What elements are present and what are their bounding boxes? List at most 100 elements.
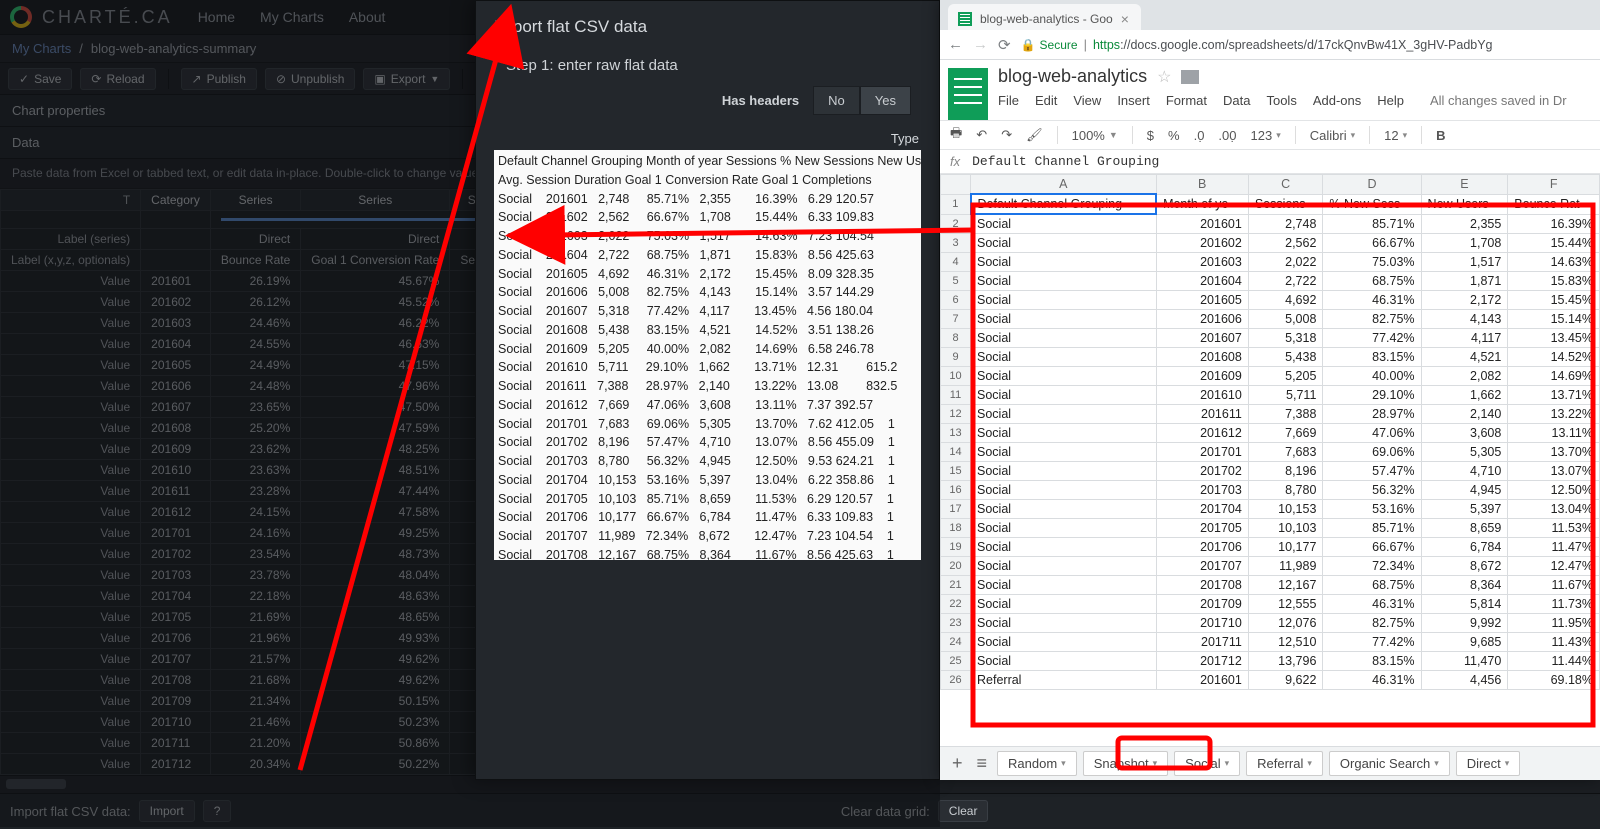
cell[interactable]: 10,153 — [1248, 500, 1323, 519]
cell[interactable]: 13.45% — [1508, 329, 1600, 348]
has-headers-no[interactable]: No — [813, 86, 860, 115]
cell[interactable]: 7,388 — [1248, 405, 1323, 424]
cell[interactable]: 8,659 — [1421, 519, 1508, 538]
clear-button[interactable]: Clear — [938, 800, 989, 822]
table-row[interactable]: 19Social20170610,17766.67%6,78411.47% — [941, 538, 1600, 557]
cell[interactable]: Social — [971, 234, 1157, 253]
cell[interactable]: 5,438 — [1248, 348, 1323, 367]
cell[interactable]: 85.71% — [1323, 214, 1421, 234]
cell[interactable]: 12.50% — [1508, 481, 1600, 500]
cell[interactable]: 15.45% — [1508, 291, 1600, 310]
cell[interactable]: 5,318 — [1248, 329, 1323, 348]
cell[interactable]: 4,710 — [1421, 462, 1508, 481]
table-row[interactable]: 20Social20170711,98972.34%8,67212.47% — [941, 557, 1600, 576]
cell[interactable]: 66.67% — [1323, 234, 1421, 253]
cell[interactable]: Social — [971, 557, 1157, 576]
cell[interactable]: 5,711 — [1248, 386, 1323, 405]
docs-menu-item[interactable]: Tools — [1266, 93, 1296, 108]
add-sheet-icon[interactable]: + — [948, 753, 967, 774]
cell[interactable]: 10,103 — [1248, 519, 1323, 538]
cell[interactable]: 3,608 — [1421, 424, 1508, 443]
cell[interactable]: Social — [971, 538, 1157, 557]
cell[interactable]: Social — [971, 614, 1157, 633]
cell[interactable]: 201705 — [1156, 519, 1248, 538]
docs-menu-item[interactable]: Format — [1166, 93, 1207, 108]
cell[interactable]: 201612 — [1156, 424, 1248, 443]
cell[interactable]: 201712 — [1156, 652, 1248, 671]
table-row[interactable]: 26Referral2016019,62246.31%4,45669.18% — [941, 671, 1600, 690]
csv-preview[interactable]: Default Channel Grouping Month of year S… — [494, 150, 921, 560]
cell[interactable]: 13.71% — [1508, 386, 1600, 405]
dec-increase-icon[interactable]: .00̣ — [1218, 128, 1236, 143]
col-header[interactable]: E — [1421, 175, 1508, 195]
cell[interactable]: % New Sess — [1323, 194, 1421, 214]
table-row[interactable]: 16Social2017038,78056.32%4,94512.50% — [941, 481, 1600, 500]
cell[interactable]: Social — [971, 367, 1157, 386]
cell[interactable]: 15.44% — [1508, 234, 1600, 253]
docs-menu-item[interactable]: Edit — [1035, 93, 1057, 108]
save-button[interactable]: ✓Save — [8, 68, 72, 90]
cell[interactable]: 82.75% — [1323, 614, 1421, 633]
cell[interactable]: 2,022 — [1248, 253, 1323, 272]
cell[interactable]: Social — [971, 633, 1157, 652]
cell[interactable]: 56.32% — [1323, 481, 1421, 500]
docs-menu-item[interactable]: Data — [1223, 93, 1250, 108]
cell[interactable]: Social — [971, 519, 1157, 538]
sheet-tab[interactable]: Referral▾ — [1246, 751, 1323, 776]
cell[interactable]: 11.43% — [1508, 633, 1600, 652]
cell[interactable]: 66.67% — [1323, 538, 1421, 557]
unpublish-button[interactable]: ⊘Unpublish — [265, 68, 355, 90]
sheet-tab[interactable]: Direct▾ — [1456, 751, 1520, 776]
cell[interactable]: Social — [971, 462, 1157, 481]
table-row[interactable]: 15Social2017028,19657.47%4,71013.07% — [941, 462, 1600, 481]
table-row[interactable]: 24Social20171112,51077.42%9,68511.43% — [941, 633, 1600, 652]
export-button[interactable]: ▣Export▼ — [363, 68, 450, 90]
cell[interactable]: Social — [971, 329, 1157, 348]
font-dropdown[interactable]: Calibri▾ — [1310, 128, 1355, 143]
cell[interactable]: Social — [971, 652, 1157, 671]
cell[interactable]: 83.15% — [1323, 348, 1421, 367]
cell[interactable]: 13.11% — [1508, 424, 1600, 443]
cell[interactable]: 85.71% — [1323, 519, 1421, 538]
table-row[interactable]: 22Social20170912,55546.31%5,81411.73% — [941, 595, 1600, 614]
cell[interactable]: 5,814 — [1421, 595, 1508, 614]
docs-menu-item[interactable]: Add-ons — [1313, 93, 1361, 108]
cell[interactable]: Social — [971, 481, 1157, 500]
reload-button[interactable]: ⟳Reload — [80, 68, 155, 90]
cell[interactable]: 1,517 — [1421, 253, 1508, 272]
cell[interactable]: 28.97% — [1323, 405, 1421, 424]
docs-menu-item[interactable]: View — [1073, 93, 1101, 108]
cell[interactable]: Social — [971, 595, 1157, 614]
cell[interactable]: 40.00% — [1323, 367, 1421, 386]
cell[interactable]: 29.10% — [1323, 386, 1421, 405]
table-row[interactable]: 10Social2016095,20540.00%2,08214.69% — [941, 367, 1600, 386]
cell[interactable]: New Users — [1421, 194, 1508, 214]
sheet-tab[interactable]: Social▾ — [1174, 751, 1240, 776]
cell[interactable]: 11.67% — [1508, 576, 1600, 595]
cell[interactable]: Social — [971, 443, 1157, 462]
cell[interactable]: 201709 — [1156, 595, 1248, 614]
sheet-tab[interactable]: Random▾ — [997, 751, 1077, 776]
cell[interactable]: 14.52% — [1508, 348, 1600, 367]
cell[interactable]: 4,143 — [1421, 310, 1508, 329]
sheet-tab[interactable]: Snapshot▾ — [1083, 751, 1168, 776]
cell[interactable]: 16.39% — [1508, 214, 1600, 234]
formula-bar[interactable]: fx Default Channel Grouping — [940, 150, 1600, 174]
table-row[interactable]: 4Social2016032,02275.03%1,51714.63% — [941, 253, 1600, 272]
cell[interactable]: 1,871 — [1421, 272, 1508, 291]
cell[interactable]: 1,708 — [1421, 234, 1508, 253]
table-row[interactable]: 3Social2016022,56266.67%1,70815.44% — [941, 234, 1600, 253]
cell[interactable]: 201704 — [1156, 500, 1248, 519]
redo-icon[interactable]: ↷ — [1001, 127, 1012, 143]
cell[interactable]: Sessions — [1248, 194, 1323, 214]
table-row[interactable]: 21Social20170812,16768.75%8,36411.67% — [941, 576, 1600, 595]
reload-icon[interactable]: ⟳ — [998, 36, 1011, 54]
cell[interactable]: 4,521 — [1421, 348, 1508, 367]
cell[interactable]: 53.16% — [1323, 500, 1421, 519]
table-row[interactable]: 5Social2016042,72268.75%1,87115.83% — [941, 272, 1600, 291]
crumb-root[interactable]: My Charts — [12, 41, 71, 56]
cell[interactable]: 201710 — [1156, 614, 1248, 633]
import-button[interactable]: Import — [139, 800, 195, 822]
docs-menu-item[interactable]: File — [998, 93, 1019, 108]
cell[interactable]: 7,683 — [1248, 443, 1323, 462]
